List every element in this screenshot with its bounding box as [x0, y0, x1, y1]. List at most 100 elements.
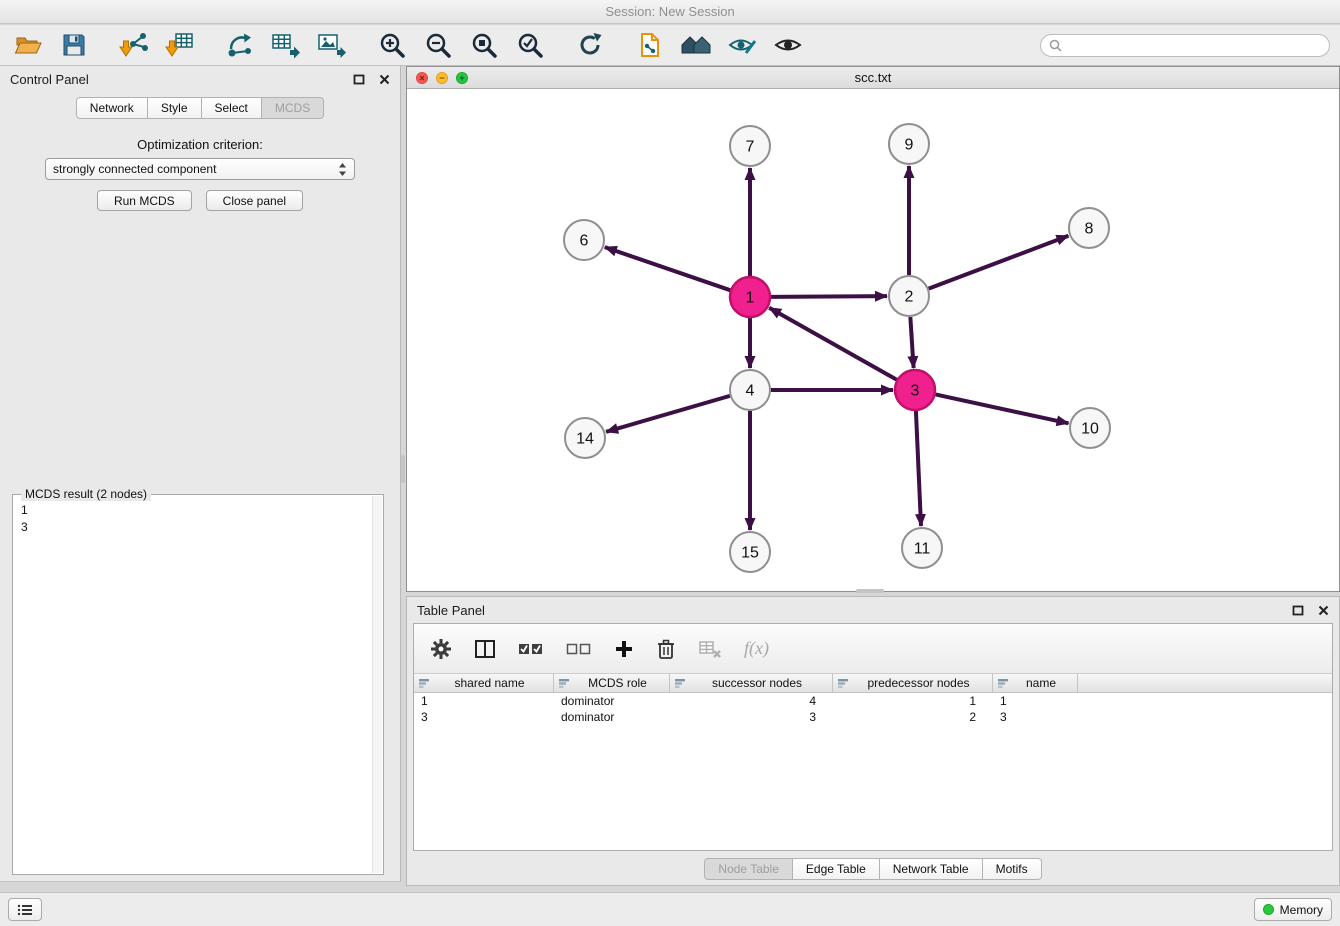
- column-sort-icon: [997, 678, 1009, 689]
- close-icon: [1318, 605, 1329, 616]
- tab-node-table[interactable]: Node Table: [704, 858, 793, 880]
- import-table-button[interactable]: [162, 28, 198, 62]
- zoom-selected-button[interactable]: [512, 28, 548, 62]
- graph-edge-1-6[interactable]: [605, 247, 730, 290]
- zoom-in-button[interactable]: [374, 28, 410, 62]
- export-image-icon: [317, 31, 347, 59]
- select-all-button[interactable]: [518, 640, 544, 658]
- column-label: name: [1009, 676, 1073, 690]
- tab-mcds[interactable]: MCDS: [262, 97, 324, 119]
- graph-edge-3-11[interactable]: [916, 411, 921, 526]
- control-panel-tabs: Network Style Select MCDS: [0, 97, 400, 119]
- visibility-button[interactable]: [770, 28, 806, 62]
- delete-column-button[interactable]: [656, 638, 676, 660]
- graphics-details-button[interactable]: [724, 28, 760, 62]
- network-window-title: scc.txt: [855, 70, 892, 85]
- folder-open-icon: [14, 32, 42, 58]
- table-settings-button[interactable]: [430, 638, 452, 660]
- table-row-node-3[interactable]: 3 dominator 3 2 3: [414, 709, 1332, 725]
- close-window-button[interactable]: [416, 72, 428, 84]
- eye-edit-icon: [727, 32, 757, 58]
- vertical-divider-grip[interactable]: [401, 455, 405, 483]
- minimize-window-button[interactable]: [436, 72, 448, 84]
- export-table-button[interactable]: [268, 28, 304, 62]
- tab-select[interactable]: Select: [202, 97, 262, 119]
- cell-name: 1: [993, 694, 1078, 708]
- table-row-node-1[interactable]: 1 dominator 4 1 1: [414, 693, 1332, 709]
- graph-node-label-9: 9: [905, 137, 914, 154]
- clipboard-network-button[interactable]: [632, 28, 668, 62]
- function-builder-button[interactable]: f(x): [744, 638, 769, 659]
- import-table-icon: [165, 31, 195, 59]
- column-label: shared name: [430, 676, 549, 690]
- import-network-button[interactable]: [116, 28, 152, 62]
- graph-node-label-7: 7: [746, 139, 755, 156]
- status-bar: Memory: [0, 892, 1340, 926]
- close-panel-button-mcds[interactable]: Close panel: [206, 190, 303, 211]
- column-header-shared-name[interactable]: shared name: [414, 674, 554, 692]
- horizontal-divider-grip[interactable]: [856, 589, 884, 593]
- cell-predecessor-nodes: 2: [833, 710, 993, 724]
- new-network-button[interactable]: [222, 28, 258, 62]
- deselect-all-button[interactable]: [566, 640, 592, 658]
- float-table-panel-button[interactable]: [1292, 605, 1304, 616]
- run-mcds-button[interactable]: Run MCDS: [97, 190, 192, 211]
- column-header-name[interactable]: name: [993, 674, 1078, 692]
- network-arrows-icon: [226, 32, 254, 58]
- zoom-out-button[interactable]: [420, 28, 456, 62]
- mcds-result-line: 1: [21, 502, 365, 519]
- tab-motifs[interactable]: Motifs: [983, 858, 1042, 880]
- mcds-result-list[interactable]: 1 3: [15, 497, 371, 872]
- network-canvas[interactable]: 7968124314101511: [407, 89, 1339, 591]
- control-panel: Control Panel Network Style Select MCDS …: [0, 66, 401, 882]
- search-box[interactable]: [1040, 34, 1330, 57]
- list-icon: [17, 904, 33, 916]
- graph-edge-1-2[interactable]: [771, 296, 887, 297]
- gear-icon: [430, 638, 452, 660]
- double-home-button[interactable]: [678, 28, 714, 62]
- show-columns-button[interactable]: [474, 639, 496, 659]
- column-header-mcds-role[interactable]: MCDS role: [554, 674, 670, 692]
- float-icon: [353, 74, 365, 85]
- close-table-panel-button[interactable]: [1318, 605, 1329, 616]
- graph-node-label-3: 3: [911, 383, 920, 400]
- zoom-glyph-icon: [457, 72, 467, 84]
- graph-edge-2-3[interactable]: [910, 317, 913, 368]
- toolbar-group-session: [10, 28, 92, 62]
- add-column-button[interactable]: [614, 639, 634, 659]
- column-header-predecessor-nodes[interactable]: predecessor nodes: [833, 674, 993, 692]
- open-session-button[interactable]: [10, 28, 46, 62]
- graph-edge-3-1[interactable]: [769, 308, 897, 380]
- columns-icon: [474, 639, 496, 659]
- refresh-layout-button[interactable]: [572, 28, 608, 62]
- graph-node-label-14: 14: [576, 431, 594, 448]
- tab-style[interactable]: Style: [148, 97, 202, 119]
- graph-edge-3-10[interactable]: [936, 394, 1069, 423]
- toolbar-group-import: [116, 28, 198, 62]
- save-session-button[interactable]: [56, 28, 92, 62]
- status-menu-button[interactable]: [8, 898, 42, 921]
- refresh-icon: [576, 31, 604, 59]
- close-panel-button[interactable]: [379, 74, 390, 85]
- tab-network-table[interactable]: Network Table: [880, 858, 983, 880]
- memory-status-button[interactable]: Memory: [1254, 898, 1332, 921]
- zoom-window-button[interactable]: [456, 72, 468, 84]
- main-toolbar: [0, 25, 1340, 66]
- column-header-successor-nodes[interactable]: successor nodes: [670, 674, 833, 692]
- graph-edge-2-8[interactable]: [929, 236, 1069, 289]
- cell-mcds-role: dominator: [554, 710, 670, 724]
- tab-edge-table[interactable]: Edge Table: [793, 858, 880, 880]
- result-scrollbar[interactable]: [372, 496, 382, 873]
- graph-edge-4-14[interactable]: [606, 396, 730, 432]
- criterion-dropdown-value: strongly connected component: [53, 162, 216, 176]
- float-panel-button[interactable]: [353, 74, 365, 85]
- export-image-button[interactable]: [314, 28, 350, 62]
- column-sort-icon: [558, 678, 570, 689]
- zoom-fit-button[interactable]: [466, 28, 502, 62]
- zoom-out-icon: [424, 31, 452, 59]
- column-sort-icon: [674, 678, 686, 689]
- criterion-dropdown[interactable]: strongly connected component: [45, 158, 355, 180]
- tab-network[interactable]: Network: [76, 97, 148, 119]
- search-input[interactable]: [1067, 38, 1321, 52]
- delete-table-button[interactable]: [698, 639, 722, 659]
